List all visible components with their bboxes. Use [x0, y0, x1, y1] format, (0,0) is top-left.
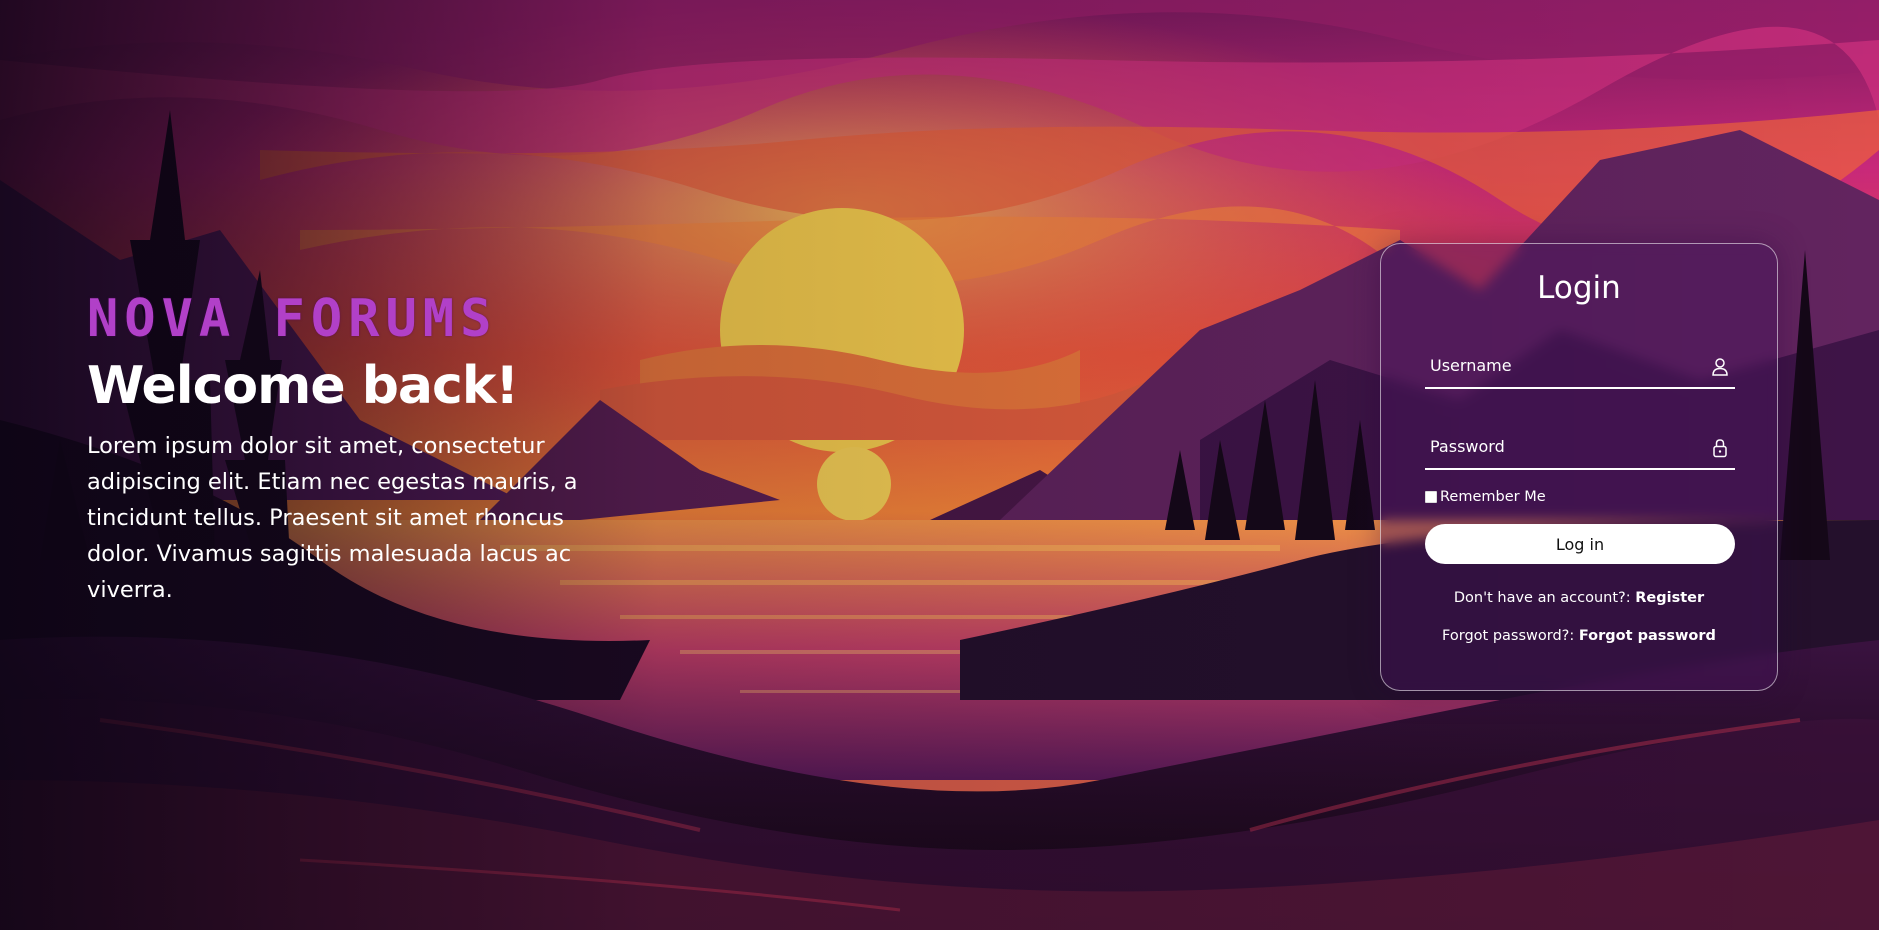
remember-me-label: Remember Me [1440, 489, 1546, 505]
register-prompt: Don't have an account?: [1453, 590, 1631, 606]
forgot-password-row: Forgot password?: Forgot password [1381, 626, 1777, 646]
password-field [1425, 425, 1735, 470]
nova-forums-logo: NOVA FORUMS [87, 289, 498, 349]
hero-section: NOVA FORUMS Welcome back! Lorem ipsum do… [87, 290, 647, 608]
remember-me-box[interactable] [1425, 491, 1437, 503]
login-title: Login [1537, 270, 1621, 306]
welcome-heading: Welcome back! [87, 356, 519, 416]
username-input[interactable] [1425, 344, 1705, 386]
login-page: NOVA FORUMS Welcome back! Lorem ipsum do… [0, 0, 1879, 930]
login-card: Login Remember Me Log in Don't have an a… [1380, 243, 1778, 691]
user-icon [1712, 358, 1728, 376]
username-field [1425, 344, 1735, 389]
remember-me-checkbox[interactable]: Remember Me [1425, 488, 1546, 506]
forgot-password-prompt: Forgot password?: [1442, 628, 1575, 644]
forgot-password-link[interactable]: Forgot password [1579, 628, 1716, 644]
lock-icon [1713, 439, 1727, 458]
login-button[interactable]: Log in [1425, 524, 1735, 564]
register-row: Don't have an account?: Register [1381, 588, 1777, 608]
register-link[interactable]: Register [1635, 590, 1704, 606]
welcome-description: Lorem ipsum dolor sit amet, consectetur … [87, 433, 578, 603]
password-input[interactable] [1425, 425, 1705, 467]
